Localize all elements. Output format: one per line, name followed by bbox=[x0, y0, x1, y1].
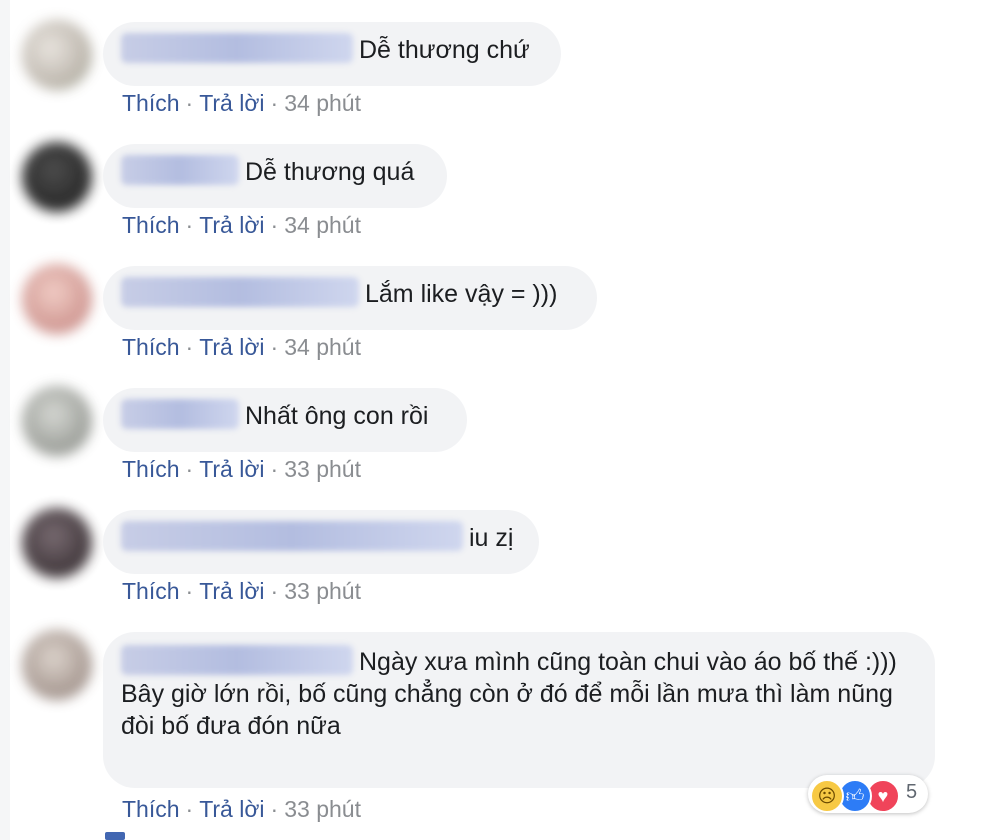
comment-time[interactable]: 33 phút bbox=[284, 456, 361, 482]
comment-text: Dễ thương quá bbox=[245, 158, 415, 186]
reply-link[interactable]: Trả lời bbox=[199, 334, 264, 360]
separator-dot: · bbox=[270, 578, 279, 604]
reply-link[interactable]: Trả lời bbox=[199, 212, 264, 238]
comment-time[interactable]: 33 phút bbox=[284, 796, 361, 822]
commenter-name-blurred[interactable] bbox=[121, 521, 463, 552]
like-link[interactable]: Thích bbox=[122, 212, 180, 238]
separator-dot: · bbox=[270, 90, 279, 116]
comment-bubble: Dễ thương quá bbox=[103, 144, 447, 208]
avatar[interactable] bbox=[22, 142, 92, 212]
like-link[interactable]: Thích bbox=[122, 90, 180, 116]
reply-link[interactable]: Trả lời bbox=[199, 796, 264, 822]
commenter-name-blurred[interactable] bbox=[121, 277, 359, 308]
separator-dot: · bbox=[185, 212, 194, 238]
separator-dot: · bbox=[270, 456, 279, 482]
comment-text: Dễ thương chứ bbox=[359, 36, 530, 64]
commenter-name-blurred[interactable] bbox=[121, 155, 239, 186]
comment-bubble: Ngày xưa mình cũng toàn chui vào áo bố t… bbox=[103, 632, 935, 788]
separator-dot: · bbox=[185, 334, 194, 360]
comment-time[interactable]: 33 phút bbox=[284, 578, 361, 604]
like-link[interactable]: Thích bbox=[122, 334, 180, 360]
next-item-edge bbox=[105, 832, 125, 840]
comment-text: Lắm like vậy = ))) bbox=[365, 280, 558, 308]
comment-actions: Thích · Trả lời · 33 phút bbox=[122, 456, 361, 483]
separator-dot: · bbox=[270, 334, 279, 360]
avatar[interactable] bbox=[22, 508, 92, 578]
comment-actions: Thích · Trả lời · 34 phút bbox=[122, 334, 361, 361]
avatar[interactable] bbox=[22, 630, 92, 700]
reply-link[interactable]: Trả lời bbox=[199, 90, 264, 116]
separator-dot: · bbox=[185, 578, 194, 604]
comment-actions: Thích · Trả lời · 34 phút bbox=[122, 212, 361, 239]
comment-text: Nhất ông con rồi bbox=[245, 402, 429, 430]
comment-actions: Thích · Trả lời · 33 phút bbox=[122, 796, 361, 823]
comment-time[interactable]: 34 phút bbox=[284, 212, 361, 238]
avatar[interactable] bbox=[22, 20, 92, 90]
like-link[interactable]: Thích bbox=[122, 796, 180, 822]
comment-text-line2: Bây giờ lớn rồi, bố cũng chẳng còn ở đó … bbox=[121, 680, 893, 741]
avatar[interactable] bbox=[22, 386, 92, 456]
like-link[interactable]: Thích bbox=[122, 456, 180, 482]
comment-bubble: Nhất ông con rồi bbox=[103, 388, 467, 452]
comment-text: Ngày xưa mình cũng toàn chui vào áo bố t… bbox=[359, 648, 897, 676]
comment-bubble: iu zị bbox=[103, 510, 539, 574]
separator-dot: · bbox=[270, 796, 279, 822]
comment-time[interactable]: 34 phút bbox=[284, 334, 361, 360]
comment-bubble: Lắm like vậy = ))) bbox=[103, 266, 597, 330]
separator-dot: · bbox=[270, 212, 279, 238]
comment-time[interactable]: 34 phút bbox=[284, 90, 361, 116]
reply-link[interactable]: Trả lời bbox=[199, 578, 264, 604]
commenter-name-blurred[interactable] bbox=[121, 645, 353, 676]
reply-link[interactable]: Trả lời bbox=[199, 456, 264, 482]
comment-text: iu zị bbox=[469, 524, 514, 552]
commenter-name-blurred[interactable] bbox=[121, 399, 239, 430]
separator-dot: · bbox=[185, 796, 194, 822]
sad-icon: ☹ bbox=[810, 779, 844, 813]
separator-dot: · bbox=[185, 456, 194, 482]
commenter-name-blurred[interactable] bbox=[121, 33, 353, 64]
avatar[interactable] bbox=[22, 264, 92, 334]
comment-bubble: Dễ thương chứ bbox=[103, 22, 561, 86]
separator-dot: · bbox=[185, 90, 194, 116]
comment-actions: Thích · Trả lời · 34 phút bbox=[122, 90, 361, 117]
like-link[interactable]: Thích bbox=[122, 578, 180, 604]
reaction-summary[interactable]: ☹ 👍︎ ♥ 5 bbox=[808, 775, 928, 813]
left-border bbox=[0, 0, 10, 840]
comment-actions: Thích · Trả lời · 33 phút bbox=[122, 578, 361, 605]
reaction-count: 5 bbox=[906, 781, 918, 803]
